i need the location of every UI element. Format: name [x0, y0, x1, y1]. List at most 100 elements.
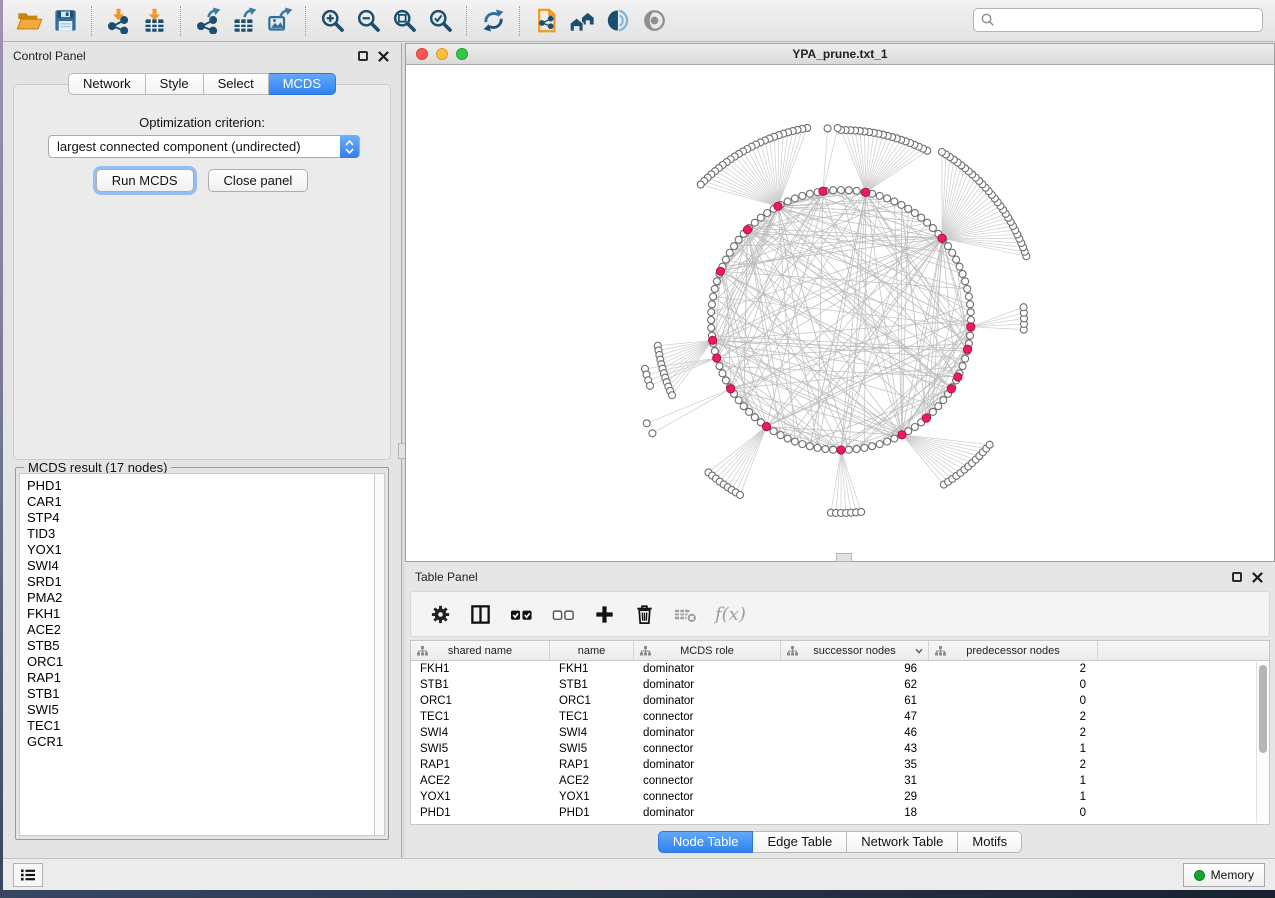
search-input[interactable]	[996, 11, 1262, 29]
mcds-result-item[interactable]: RAP1	[27, 670, 374, 686]
graph-node[interactable]	[791, 195, 798, 202]
graph-mcds-node[interactable]	[837, 446, 845, 454]
table-scrollbar[interactable]	[1256, 662, 1269, 823]
horizontal-splitter-handle[interactable]	[836, 553, 852, 562]
graph-node[interactable]	[735, 236, 742, 243]
network-from-file-button[interactable]	[528, 4, 564, 38]
graph-mcds-node[interactable]	[819, 187, 827, 195]
table-cell[interactable]: ACE2	[411, 773, 550, 789]
mcds-result-item[interactable]: SRD1	[27, 574, 374, 590]
optimization-criterion-select[interactable]: largest connected component (undirected)	[48, 135, 360, 158]
graph-node[interactable]	[967, 301, 974, 308]
table-cell[interactable]: dominator	[634, 661, 781, 677]
apply-layout-button[interactable]	[475, 4, 511, 38]
graph-node[interactable]	[953, 256, 960, 263]
graph-mcds-node[interactable]	[922, 414, 930, 422]
table-cell[interactable]: PHD1	[411, 805, 550, 821]
graph-node[interactable]	[845, 446, 852, 453]
graph-node[interactable]	[710, 293, 717, 300]
graph-node[interactable]	[719, 370, 726, 377]
close-panel-icon[interactable]	[378, 51, 389, 62]
graph-node[interactable]	[845, 187, 852, 194]
mcds-result-item[interactable]: FKH1	[27, 606, 374, 622]
zoom-in-button[interactable]	[314, 4, 350, 38]
mcds-result-item[interactable]: STP4	[27, 510, 374, 526]
graph-node[interactable]	[722, 377, 729, 384]
table-row[interactable]: TEC1TEC1connector472	[411, 709, 1269, 725]
graph-node[interactable]	[708, 301, 715, 308]
graph-node[interactable]	[731, 243, 738, 250]
graph-mcds-node[interactable]	[762, 422, 770, 430]
graph-node[interactable]	[784, 198, 791, 205]
graph-node[interactable]	[708, 324, 715, 331]
mcds-result-item[interactable]: ORC1	[27, 654, 374, 670]
graph-node[interactable]	[708, 317, 715, 324]
zoom-out-button[interactable]	[350, 4, 386, 38]
graph-node[interactable]	[830, 187, 837, 194]
graph-mcds-node[interactable]	[938, 234, 946, 242]
settings-button[interactable]	[429, 603, 452, 626]
graph-node[interactable]	[764, 210, 771, 217]
table-cell[interactable]: 43	[781, 741, 929, 757]
table-cell[interactable]: dominator	[634, 757, 781, 773]
graph-node[interactable]	[799, 192, 806, 199]
graph-node[interactable]	[716, 363, 723, 370]
table-cell[interactable]: FKH1	[550, 661, 634, 677]
column-header-successor-nodes[interactable]: successor nodes	[781, 641, 929, 660]
mcds-result-item[interactable]: SWI4	[27, 558, 374, 574]
show-column-button[interactable]	[469, 603, 492, 626]
table-cell[interactable]: 47	[781, 709, 929, 725]
graph-node[interactable]	[891, 198, 898, 205]
home-button[interactable]	[564, 4, 600, 38]
graph-node[interactable]	[911, 210, 918, 217]
graph-node[interactable]	[861, 444, 868, 451]
graph-node[interactable]	[924, 219, 931, 226]
mcds-result-item[interactable]: GCR1	[27, 734, 374, 750]
graph-node[interactable]	[938, 148, 945, 155]
mcds-result-item[interactable]: STB1	[27, 686, 374, 702]
table-cell[interactable]: connector	[634, 773, 781, 789]
graph-mcds-node[interactable]	[954, 373, 962, 381]
graph-node[interactable]	[722, 256, 729, 263]
graph-node[interactable]	[799, 441, 806, 448]
table-cell[interactable]: RAP1	[411, 757, 550, 773]
mcds-result-item[interactable]: TEC1	[27, 718, 374, 734]
table-cell[interactable]: TEC1	[550, 709, 634, 725]
graph-node[interactable]	[668, 392, 675, 399]
column-header-predecessor-nodes[interactable]: predecessor nodes	[929, 641, 1098, 660]
delete-column-button[interactable]	[633, 603, 656, 626]
column-header-shared-name[interactable]: shared name	[411, 641, 550, 660]
tab-style[interactable]: Style	[146, 73, 204, 95]
table-cell[interactable]: 96	[781, 661, 929, 677]
graph-node[interactable]	[726, 249, 733, 256]
table-cell[interactable]: ORC1	[411, 693, 550, 709]
mcds-result-item[interactable]: STB5	[27, 638, 374, 654]
graph-node[interactable]	[869, 443, 876, 450]
graph-mcds-node[interactable]	[774, 202, 782, 210]
table-cell[interactable]: 0	[929, 693, 1098, 709]
graph-mcds-node[interactable]	[967, 323, 975, 331]
tab-select[interactable]: Select	[204, 73, 269, 95]
float-table-panel-icon[interactable]	[1232, 572, 1242, 582]
table-cell[interactable]: 1	[929, 789, 1098, 805]
close-panel-button[interactable]: Close panel	[208, 169, 309, 192]
graph-mcds-node[interactable]	[709, 336, 717, 344]
network-canvas[interactable]	[406, 65, 1274, 561]
graph-node[interactable]	[824, 125, 831, 132]
tab-network-table[interactable]: Network Table	[847, 831, 958, 853]
table-cell[interactable]: 31	[781, 773, 929, 789]
zoom-selected-button[interactable]	[422, 4, 458, 38]
table-cell[interactable]: 2	[929, 757, 1098, 773]
select-all-button[interactable]	[509, 603, 534, 626]
graph-node[interactable]	[964, 285, 971, 292]
graph-node[interactable]	[876, 192, 883, 199]
table-cell[interactable]: 1	[929, 773, 1098, 789]
graph-node[interactable]	[770, 428, 777, 435]
close-table-panel-icon[interactable]	[1252, 572, 1263, 583]
table-row[interactable]: STB1STB1dominator620	[411, 677, 1269, 693]
table-cell[interactable]: connector	[634, 741, 781, 757]
graph-node[interactable]	[956, 263, 963, 270]
mcds-result-item[interactable]: TID3	[27, 526, 374, 542]
graph-node[interactable]	[697, 181, 704, 188]
graph-node[interactable]	[737, 491, 744, 498]
